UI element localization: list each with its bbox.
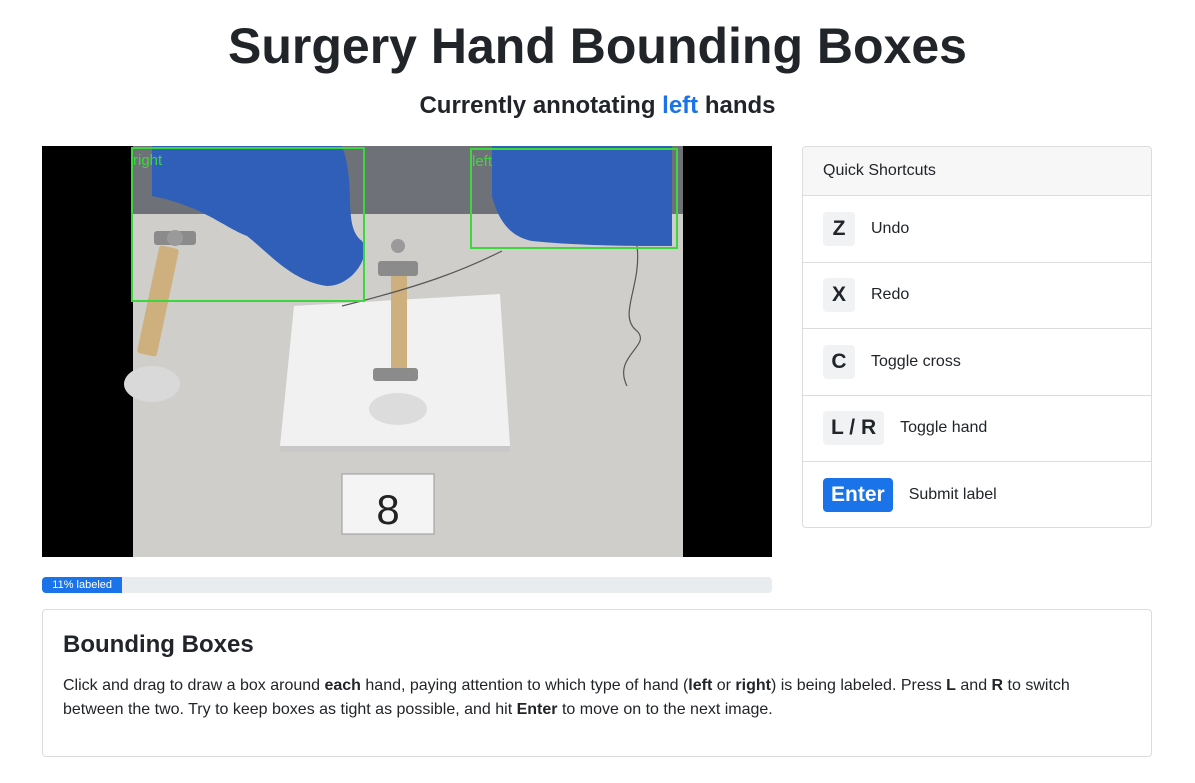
key-z: Z [823,211,855,246]
key-x: X [823,278,855,313]
instructions-text: Click and drag to draw a box around each… [63,677,1070,718]
status-suffix: hands [704,92,776,119]
shortcuts-header: Quick Shortcuts [803,147,1151,196]
shortcuts-panel: Quick Shortcuts Z Undo X Redo C Toggle c… [802,146,1152,528]
shortcut-undo[interactable]: Z Undo [803,196,1151,263]
shortcut-redo[interactable]: X Redo [803,263,1151,329]
card-number: 8 [376,486,399,533]
bounding-box-right[interactable]: right [131,147,365,302]
shortcut-label: Toggle hand [900,419,988,437]
shortcut-submit[interactable]: Enter Submit label [803,462,1151,527]
instructions-title: Bounding Boxes [63,631,254,658]
key-l-r: L / R [823,411,885,446]
shortcut-label: Undo [871,219,910,237]
shortcut-label: Redo [871,286,910,304]
annotating-status: Currently annotating left hands [0,91,1195,121]
status-prefix: Currently annotating [419,92,656,119]
instructions-card: Bounding Boxes Click and drag to draw a … [42,609,1152,757]
shortcut-label: Toggle cross [871,352,961,370]
bounding-box-label: left [472,153,493,170]
annotation-canvas[interactable]: 8 right left [42,146,772,557]
current-hand: left [662,92,699,119]
progress-bar: 11% labeled [42,577,772,593]
shortcut-toggle-hand[interactable]: L / R Toggle hand [803,396,1151,462]
shortcut-toggle-cross[interactable]: C Toggle cross [803,329,1151,396]
progress-fill: 11% labeled [42,577,123,593]
page-title: Surgery Hand Bounding Boxes [228,18,967,74]
shortcut-label: Submit label [908,486,997,504]
key-enter: Enter [823,478,893,513]
bounding-box-left[interactable]: left [470,148,678,249]
bounding-box-label: right [133,152,163,169]
key-c: C [823,344,855,379]
